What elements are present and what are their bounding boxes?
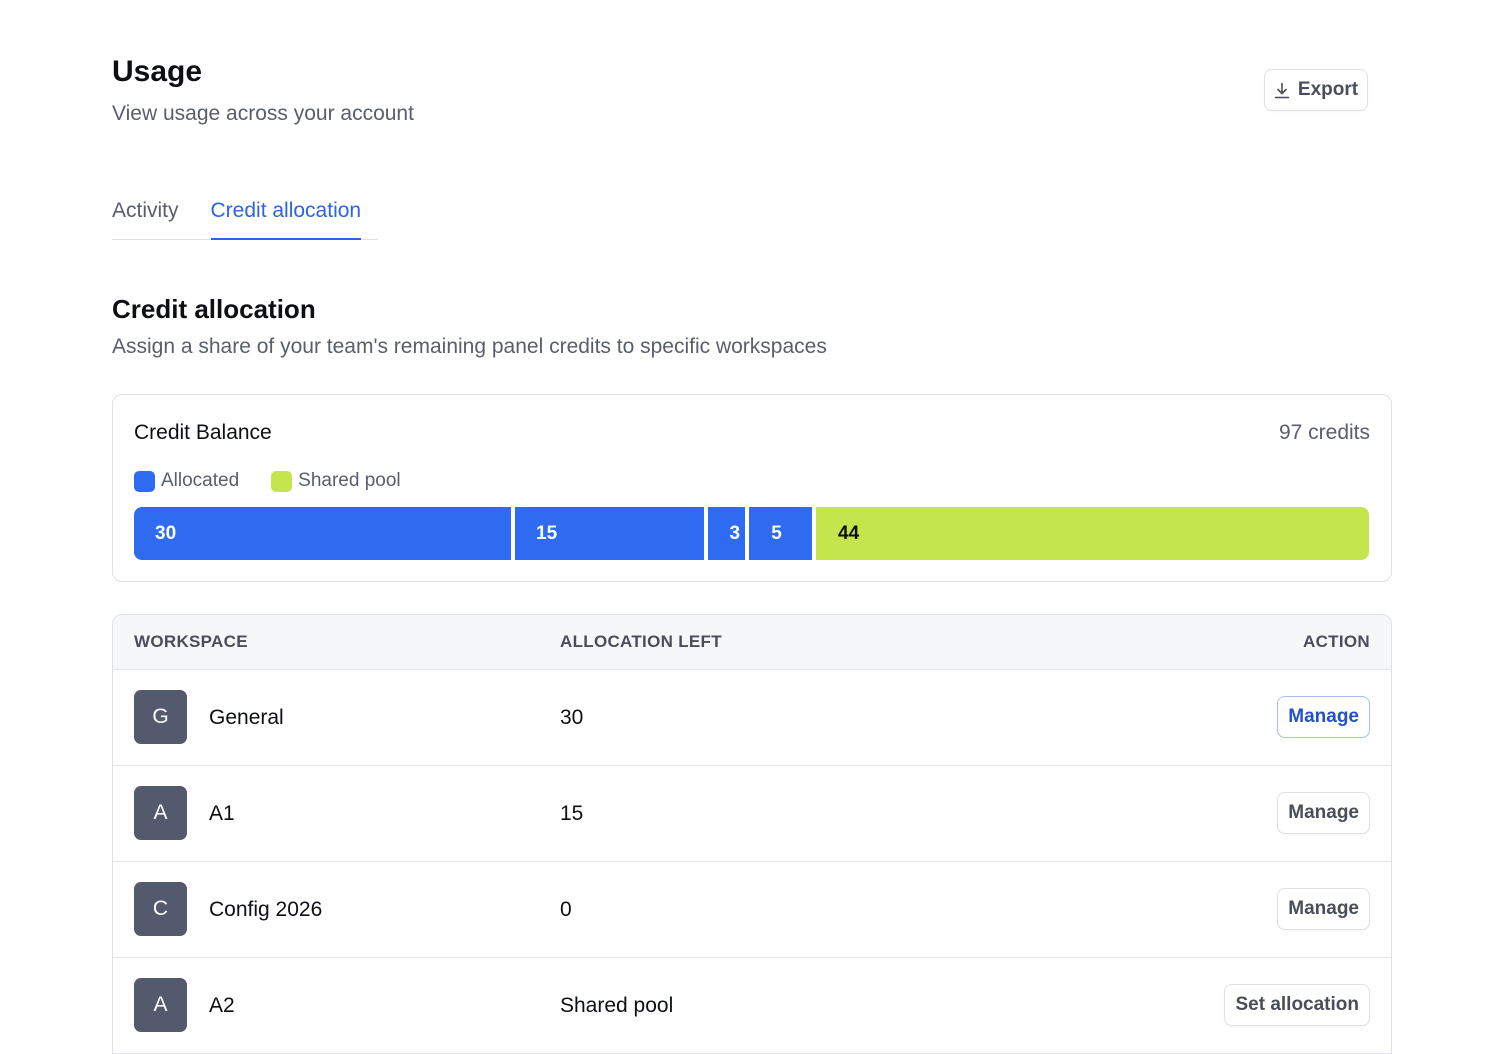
legend-item-allocated: Allocated xyxy=(134,470,239,492)
legend-label-allocated: Allocated xyxy=(161,470,240,491)
allocation-left: 15 xyxy=(560,802,584,825)
workspace-name: A1 xyxy=(209,802,235,825)
download-icon xyxy=(1274,82,1290,99)
legend-item-shared-pool: Shared pool xyxy=(271,470,401,492)
export-button[interactable]: Export xyxy=(1264,69,1368,111)
credit-balance-total: 97 credits xyxy=(1278,421,1370,444)
page-title: Usage xyxy=(112,55,203,88)
workspace-name: A2 xyxy=(209,994,235,1017)
legend-swatch-allocated xyxy=(134,470,155,492)
tab-credit-allocation[interactable]: Credit allocation xyxy=(210,196,361,240)
manage-button[interactable]: Manage xyxy=(1277,792,1370,834)
table-row: A A2 Shared pool Set allocation xyxy=(113,958,1391,1054)
set-allocation-button[interactable]: Set allocation xyxy=(1224,984,1370,1026)
section-subtitle: Assign a share of your team's remaining … xyxy=(112,335,827,358)
bar-segment-shared-pool: 44 xyxy=(816,507,1369,560)
usage-page: Usage View usage across your account Exp… xyxy=(0,0,1494,1054)
manage-button[interactable]: Manage xyxy=(1277,888,1370,930)
column-header-workspace: WORKSPACE xyxy=(134,632,248,651)
table-row: A A1 15 Manage xyxy=(113,766,1391,862)
tab-bar: Activity Credit allocation xyxy=(112,196,378,240)
workspace-avatar: A xyxy=(134,978,187,1032)
legend-swatch-shared-pool xyxy=(271,470,293,492)
table-header: WORKSPACE ALLOCATION LEFT ACTION xyxy=(113,615,1391,670)
credit-balance-card: Credit Balance 97 credits Allocated Shar… xyxy=(112,394,1392,582)
workspace-name: Config 2026 xyxy=(209,898,323,921)
bar-segment-allocated: 30 xyxy=(134,507,511,560)
legend: Allocated Shared pool xyxy=(134,470,401,492)
workspace-avatar: A xyxy=(134,786,187,840)
column-header-allocation-left: ALLOCATION LEFT xyxy=(560,632,722,651)
column-header-action: ACTION xyxy=(1303,632,1370,651)
tab-activity[interactable]: Activity xyxy=(112,196,179,239)
bar-segment-allocated: 15 xyxy=(515,507,704,560)
allocation-left: 30 xyxy=(560,706,584,729)
table-row: C Config 2026 0 Manage xyxy=(113,862,1391,958)
workspace-table: WORKSPACE ALLOCATION LEFT ACTION G Gener… xyxy=(112,614,1392,1054)
page-subtitle: View usage across your account xyxy=(112,102,414,125)
workspace-avatar: G xyxy=(134,690,187,744)
export-label: Export xyxy=(1297,79,1359,100)
credit-allocation-bar: 30 15 3 5 44 xyxy=(134,507,1369,560)
credit-balance-title: Credit Balance xyxy=(134,421,272,444)
workspace-avatar: C xyxy=(134,882,187,936)
manage-button[interactable]: Manage xyxy=(1277,696,1370,738)
workspace-name: General xyxy=(209,706,284,729)
section-title: Credit allocation xyxy=(112,294,316,324)
legend-label-shared-pool: Shared pool xyxy=(298,470,401,491)
page-header: Usage View usage across your account xyxy=(112,52,414,128)
allocation-left: Shared pool xyxy=(560,994,674,1017)
bar-segment-allocated: 3 xyxy=(707,507,746,560)
allocation-left: 0 xyxy=(560,898,572,921)
bar-segment-allocated: 5 xyxy=(749,507,813,560)
table-row: G General 30 Manage xyxy=(113,670,1391,766)
